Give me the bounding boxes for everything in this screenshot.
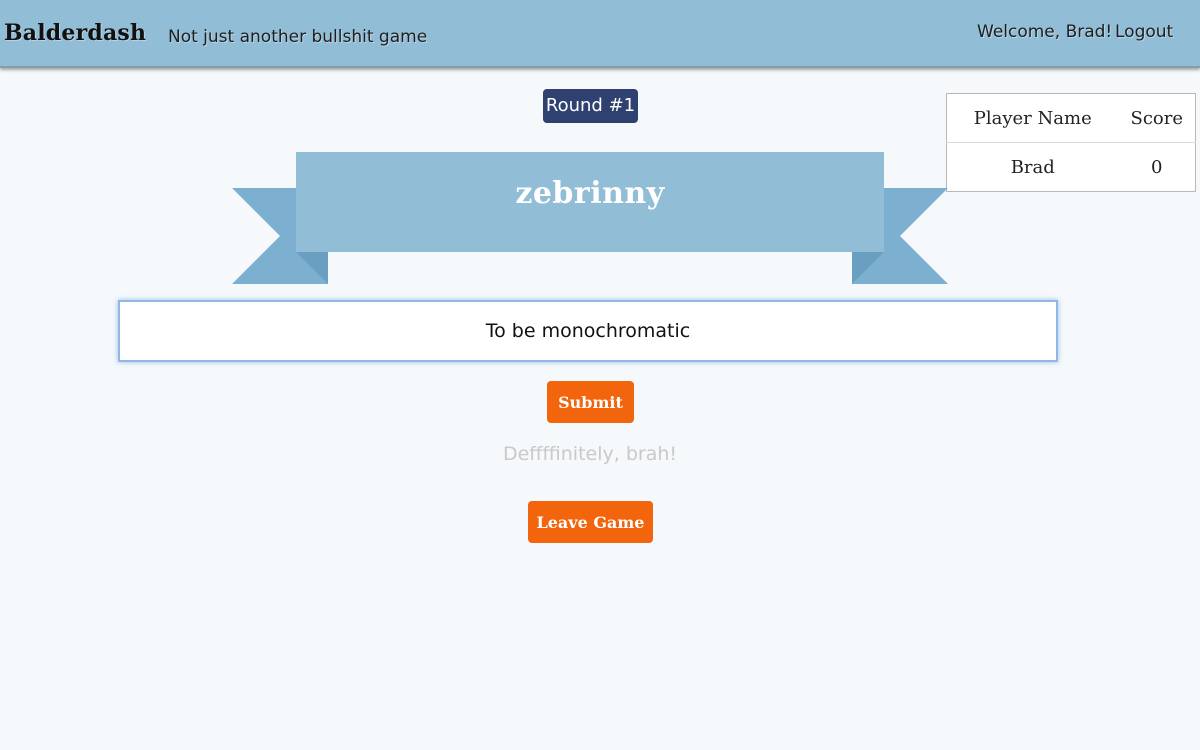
- welcome-message: Welcome, Brad!: [977, 22, 1113, 42]
- column-header-score: Score: [1118, 93, 1196, 143]
- tagline: Not just another bullshit game: [168, 27, 428, 47]
- navbar: Balderdash Not just another bullshit gam…: [0, 0, 1200, 68]
- current-word: zebrinny: [515, 176, 665, 211]
- leave-game-button[interactable]: Leave Game: [528, 501, 653, 543]
- player-score-cell: 0: [1151, 156, 1163, 178]
- column-header-player-name: Player Name: [946, 93, 1119, 143]
- definition-input[interactable]: [118, 300, 1058, 362]
- round-badge: Round #1: [543, 89, 638, 123]
- word-ribbon-banner: [232, 152, 948, 284]
- table-row: Brad 0: [947, 143, 1196, 192]
- player-name-cell: Brad: [1010, 156, 1055, 178]
- status-message: Deffffinitely, brah!: [502, 443, 677, 465]
- submit-button[interactable]: Submit: [547, 381, 634, 423]
- brand-logo[interactable]: Balderdash: [4, 20, 146, 46]
- scoreboard-table: Player Name Score Brad 0: [946, 93, 1196, 192]
- logout-link[interactable]: Logout: [1115, 22, 1173, 42]
- scoreboard-header-row: Player Name Score: [946, 93, 1196, 143]
